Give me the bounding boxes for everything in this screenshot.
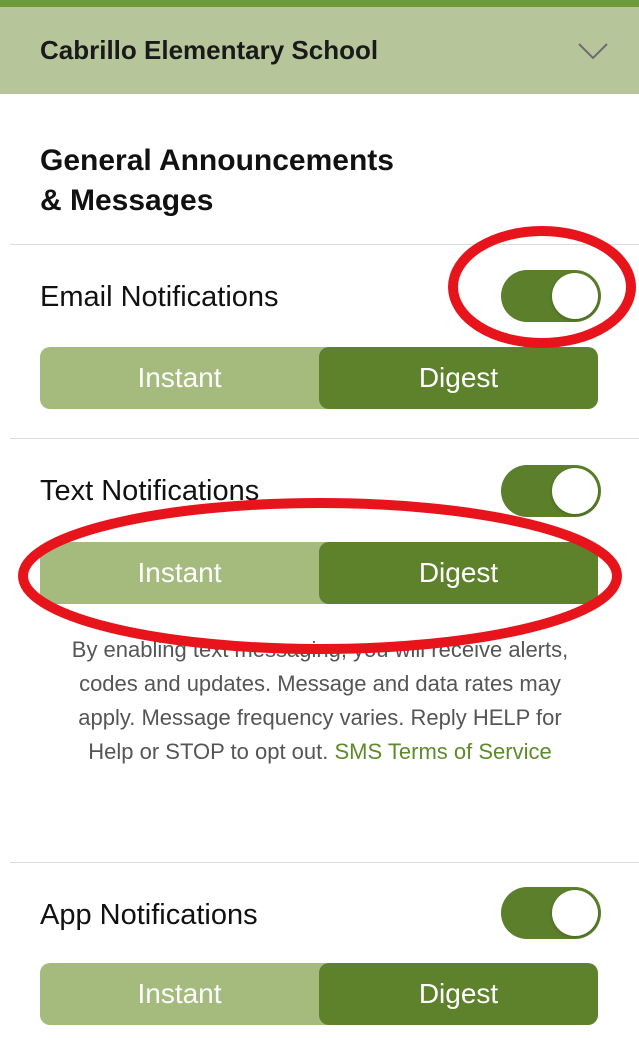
toggle-knob xyxy=(552,273,598,319)
top-accent-bar xyxy=(0,0,639,7)
divider xyxy=(10,862,639,863)
section-title: General Announcements & Messages xyxy=(40,141,600,221)
toggle-knob xyxy=(552,468,598,514)
divider xyxy=(10,438,639,439)
sms-terms-link[interactable]: SMS Terms of Service xyxy=(335,739,552,764)
app-notifications-label: App Notifications xyxy=(40,899,258,931)
text-notifications-label: Text Notifications xyxy=(40,475,260,507)
app-instant-option[interactable]: Instant xyxy=(40,963,319,1025)
app-frequency-segmented-control: Instant Digest xyxy=(40,963,598,1025)
text-frequency-segmented-control: Instant Digest xyxy=(40,542,598,604)
app-notifications-toggle[interactable] xyxy=(501,887,601,939)
email-notifications-label: Email Notifications xyxy=(40,281,279,313)
email-instant-option[interactable]: Instant xyxy=(40,347,319,409)
email-digest-option[interactable]: Digest xyxy=(319,347,598,409)
chevron-down-icon xyxy=(578,42,608,59)
text-notifications-toggle[interactable] xyxy=(501,465,601,517)
app-digest-option[interactable]: Digest xyxy=(319,963,598,1025)
email-notifications-toggle[interactable] xyxy=(501,270,601,322)
divider xyxy=(10,244,639,245)
section-title-line1: General Announcements xyxy=(40,144,394,177)
school-selector[interactable]: Cabrillo Elementary School xyxy=(0,7,639,94)
section-title-line2: & Messages xyxy=(40,184,214,217)
toggle-knob xyxy=(552,890,598,936)
email-frequency-segmented-control: Instant Digest xyxy=(40,347,598,409)
sms-disclaimer: By enabling text messaging, you will rec… xyxy=(70,633,570,769)
school-name: Cabrillo Elementary School xyxy=(40,35,379,65)
text-digest-option[interactable]: Digest xyxy=(319,542,598,604)
text-instant-option[interactable]: Instant xyxy=(40,542,319,604)
